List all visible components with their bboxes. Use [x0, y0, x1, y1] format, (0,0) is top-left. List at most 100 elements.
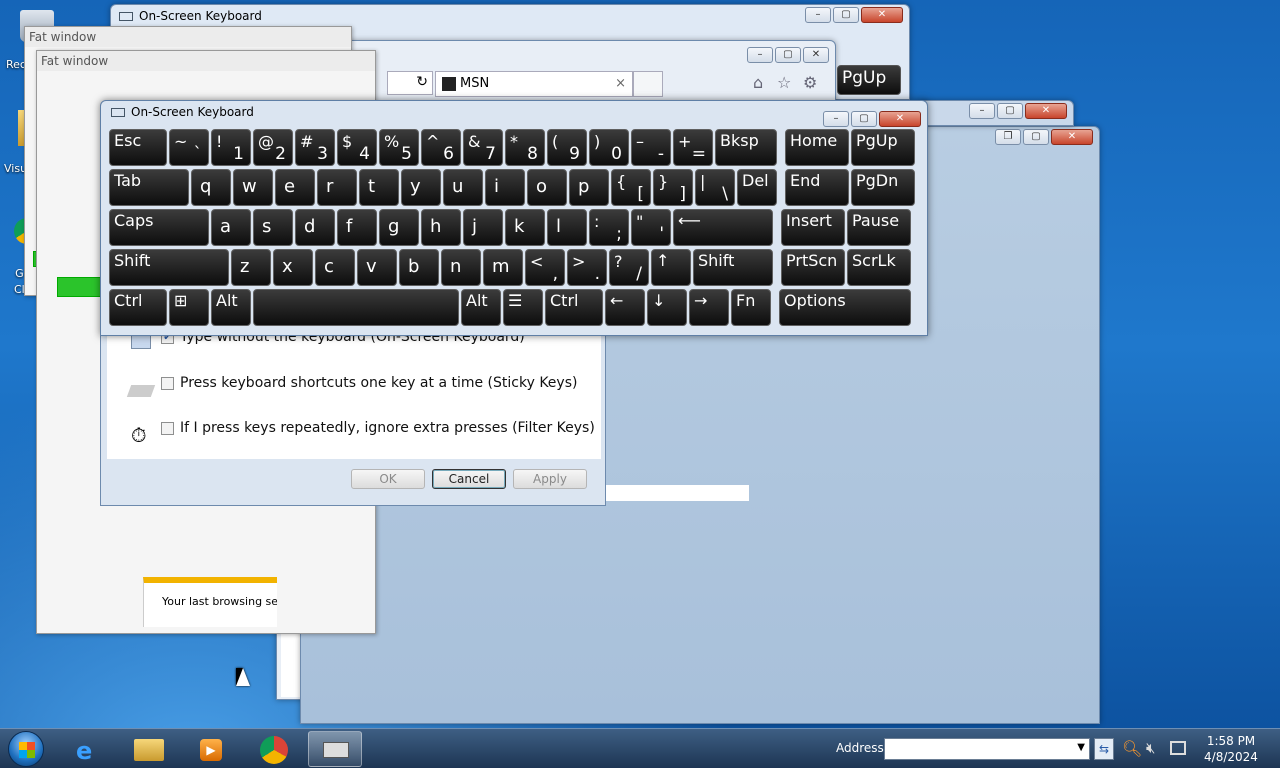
window-title-bar[interactable]: On-Screen Keyboard — [101, 101, 927, 123]
window-title[interactable]: Fat window — [37, 51, 375, 71]
pgup-key[interactable]: PgUp — [837, 65, 901, 95]
key-$-4[interactable]: $4 — [337, 129, 377, 166]
key-→[interactable]: → — [689, 289, 729, 326]
key-scrlk[interactable]: ScrLk — [847, 249, 911, 286]
key-^-6[interactable]: ^ 6 — [421, 129, 461, 166]
taskbar-internet-explorer[interactable]: e — [62, 731, 116, 767]
key-z[interactable]: z — [231, 249, 271, 286]
maximize-button[interactable]: ▢ — [833, 7, 859, 23]
minimize-button[interactable]: – — [747, 47, 773, 63]
key-t[interactable]: t — [359, 169, 399, 206]
maximize-button[interactable]: ▢ — [997, 103, 1023, 119]
checkbox-filter-keys[interactable] — [161, 421, 174, 435]
maximize-button[interactable]: ▢ — [775, 47, 801, 63]
taskbar-media-player[interactable]: ▶ — [184, 731, 238, 767]
key-u[interactable]: u — [443, 169, 483, 206]
taskbar-on-screen-keyboard[interactable] — [308, 731, 362, 767]
key-p[interactable]: p — [569, 169, 609, 206]
key-{-[[interactable]: {[ — [611, 169, 651, 206]
key->-.[interactable]: >. — [567, 249, 607, 286]
taskbar-file-explorer[interactable] — [122, 731, 176, 767]
key-?-/[interactable]: ? / — [609, 249, 649, 286]
apply-button[interactable]: Apply — [513, 469, 587, 489]
key-l[interactable]: l — [547, 209, 587, 246]
key-w[interactable]: w — [233, 169, 273, 206]
go-arrow-icon[interactable]: ⇆ — [1094, 738, 1114, 760]
key-space[interactable] — [253, 289, 459, 326]
key-prtscn[interactable]: PrtScn — [781, 249, 845, 286]
key-r[interactable]: r — [317, 169, 357, 206]
key-↑[interactable]: ↑ — [651, 249, 691, 286]
key-!-1[interactable]: ! 1 — [211, 129, 251, 166]
key-s[interactable]: s — [253, 209, 293, 246]
key-home[interactable]: Home — [785, 129, 849, 166]
key-<-,[interactable]: <, — [525, 249, 565, 286]
checkbox-sticky-keys[interactable] — [161, 376, 174, 390]
close-button[interactable]: ✕ — [1025, 103, 1067, 119]
key-i[interactable]: i — [485, 169, 525, 206]
refresh-icon[interactable]: ↻ — [416, 74, 428, 90]
key-j[interactable]: j — [463, 209, 503, 246]
key-⊞[interactable]: ⊞ — [169, 289, 209, 326]
minimize-button[interactable]: – — [805, 7, 831, 23]
key-e[interactable]: e — [275, 169, 315, 206]
window-title[interactable]: Fat window — [25, 27, 351, 47]
key-*-8[interactable]: * 8 — [505, 129, 545, 166]
key-esc[interactable]: Esc — [109, 129, 167, 166]
key-pause[interactable]: Pause — [847, 209, 911, 246]
key-m[interactable]: m — [483, 249, 523, 286]
search-icon[interactable]: 🔍︎ — [1122, 739, 1142, 758]
key-g[interactable]: g — [379, 209, 419, 246]
key-:-;[interactable]: :; — [589, 209, 629, 246]
key-"-'[interactable]: " ' — [631, 209, 671, 246]
close-button[interactable]: ✕ — [879, 111, 921, 127]
key-☰[interactable]: ☰ — [503, 289, 543, 326]
key-a[interactable]: a — [211, 209, 251, 246]
favorites-icon[interactable]: ☆ — [777, 73, 791, 92]
key-f[interactable]: f — [337, 209, 377, 246]
minimize-button[interactable]: – — [823, 111, 849, 127]
new-tab-button[interactable] — [633, 71, 663, 97]
key-shift[interactable]: Shift — [109, 249, 229, 286]
key-caps[interactable]: Caps — [109, 209, 209, 246]
key-shift[interactable]: Shift — [693, 249, 773, 286]
key-end[interactable]: End — [785, 169, 849, 206]
tab-msn[interactable]: MSN × — [435, 71, 633, 97]
key-@-2[interactable]: @2 — [253, 129, 293, 166]
start-button[interactable] — [8, 731, 44, 767]
key-v[interactable]: v — [357, 249, 397, 286]
clock[interactable]: 1:58 PM 4/8/2024 — [1196, 733, 1266, 765]
network-icon[interactable] — [1170, 741, 1186, 755]
maximize-button[interactable]: ▢ — [851, 111, 877, 127]
key-}-][interactable]: }] — [653, 169, 693, 206]
key-options[interactable]: Options — [779, 289, 911, 326]
key-alt[interactable]: Alt — [461, 289, 501, 326]
key-|-\[interactable]: | \ — [695, 169, 735, 206]
address-bar[interactable]: ↻ — [387, 71, 433, 95]
key-⟵[interactable]: ⟵ — [673, 209, 773, 246]
ok-button[interactable]: OK — [351, 469, 425, 489]
key-h[interactable]: h — [421, 209, 461, 246]
key-(-9[interactable]: (9 — [547, 129, 587, 166]
key-q[interactable]: q — [191, 169, 231, 206]
option-filter-keys[interactable]: If I press keys repeatedly, ignore extra… — [161, 420, 595, 436]
key-d[interactable]: d — [295, 209, 335, 246]
key-~-`[interactable]: ~ ` — [169, 129, 209, 166]
key-y[interactable]: y — [401, 169, 441, 206]
key-–--[interactable]: – - — [631, 129, 671, 166]
key-%-5[interactable]: % 5 — [379, 129, 419, 166]
settings-gear-icon[interactable]: ⚙ — [803, 73, 817, 92]
taskbar-chrome[interactable] — [248, 731, 302, 767]
address-input[interactable]: ▼ — [884, 738, 1090, 760]
close-button[interactable]: ✕ — [861, 7, 903, 23]
option-sticky-keys[interactable]: Press keyboard shortcuts one key at a ti… — [161, 375, 577, 391]
key-tab[interactable]: Tab — [109, 169, 189, 206]
home-icon[interactable]: ⌂ — [753, 73, 763, 92]
key-del[interactable]: Del — [737, 169, 777, 206]
tab-close-icon[interactable]: × — [615, 72, 626, 96]
key-↓[interactable]: ↓ — [647, 289, 687, 326]
key-&-7[interactable]: & 7 — [463, 129, 503, 166]
close-button[interactable]: ✕ — [1051, 129, 1093, 145]
volume-muted-icon[interactable]: 🔇︎ — [1146, 739, 1155, 757]
key-)-0[interactable]: ) 0 — [589, 129, 629, 166]
